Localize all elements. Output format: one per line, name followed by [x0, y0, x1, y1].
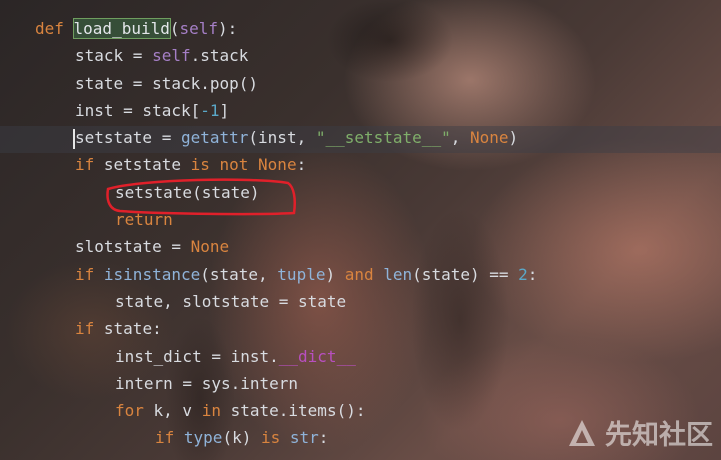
code-line[interactable]: def load_build(self): [0, 15, 537, 42]
code-token: if [75, 155, 104, 175]
code-token: inst = stack[ [75, 100, 201, 120]
code-token: state.items(): [230, 401, 366, 421]
code-line[interactable]: if setstate is not None: [0, 151, 537, 178]
code-token: is [260, 428, 290, 448]
code-token: None [190, 237, 230, 257]
code-token: slotstate = [75, 237, 191, 257]
code-token: load_build [72, 18, 171, 39]
code-token: : [527, 264, 538, 284]
xianzhi-logo-icon [569, 419, 595, 446]
code-token: setstate(state) [115, 182, 260, 202]
code-token: if [155, 428, 184, 448]
watermark: 先知社区 [565, 413, 713, 452]
code-token: : [296, 155, 307, 175]
code-line[interactable]: stack = self.stack [0, 42, 537, 69]
code-token: self [179, 19, 219, 38]
code-line[interactable]: state, slotstate = state [0, 288, 537, 315]
code-token: ) [325, 264, 345, 284]
code-token: .stack [190, 46, 249, 66]
code-token: ] [219, 100, 230, 120]
code-token: -1 [200, 100, 220, 120]
code-token: (state) == [412, 264, 519, 284]
code-token: for [115, 401, 154, 421]
code-token: stack = [75, 46, 153, 66]
code-line[interactable]: setstate = getattr(inst, "__setstate__",… [0, 124, 537, 151]
code-token: ( [169, 19, 180, 38]
code-token: state, slotstate = state [115, 291, 347, 311]
code-token: type [183, 428, 223, 448]
code-line[interactable]: if type(k) is str: [0, 424, 537, 451]
code-token: (k) [222, 428, 261, 448]
code-token: is not None [190, 155, 297, 175]
code-line[interactable]: inst_dict = inst.__dict__ [0, 343, 537, 370]
code-token: setstate [103, 155, 191, 175]
code-token: isinstance [103, 264, 201, 284]
code-token: in [201, 401, 231, 421]
code-line[interactable]: state = stack.pop() [0, 70, 537, 97]
code-line[interactable]: if isinstance(state, tuple) and len(stat… [0, 261, 537, 288]
code-line[interactable]: if state: [0, 315, 537, 342]
code-token: return [115, 210, 173, 230]
code-token: inst_dict = inst. [115, 346, 279, 366]
code-line[interactable]: inst = stack[-1] [0, 97, 537, 124]
code-token: def [35, 19, 74, 38]
code-token: __dict__ [278, 346, 356, 366]
code-line[interactable]: return [0, 206, 537, 233]
code-token: tuple [277, 264, 326, 284]
code-token: None [469, 128, 509, 148]
code-token: : [318, 428, 329, 448]
code-token: (inst, [248, 128, 316, 148]
code-line[interactable]: slotstate = None [0, 233, 537, 260]
code-token: intern = sys.intern [115, 373, 299, 393]
code-token: state: [103, 319, 162, 339]
code-token: getattr [180, 128, 249, 148]
code-token: "__setstate__" [315, 128, 451, 148]
code-token: , [450, 128, 470, 148]
code-token: 2 [518, 264, 528, 284]
code-token: (state, [200, 264, 278, 284]
code-line[interactable]: setstate(state) [0, 179, 537, 206]
code-token: state = stack.pop() [75, 73, 259, 93]
code-token: ): [218, 19, 238, 38]
code-editor[interactable]: def load_build(self): stack = self.stack s… [0, 15, 537, 452]
code-token: len [383, 264, 413, 284]
code-token: if [75, 319, 104, 339]
code-token: k, v [153, 401, 202, 421]
code-token: if [75, 264, 104, 284]
code-line[interactable]: intern = sys.intern [0, 370, 537, 397]
code-token: ) [508, 128, 519, 148]
code-token: self [152, 46, 191, 66]
code-token: str [289, 428, 319, 448]
watermark-text: 先知社区 [605, 420, 713, 451]
code-token: and [344, 264, 384, 284]
code-token: setstate = [75, 128, 181, 148]
code-line[interactable]: for k, v in state.items(): [0, 397, 537, 424]
